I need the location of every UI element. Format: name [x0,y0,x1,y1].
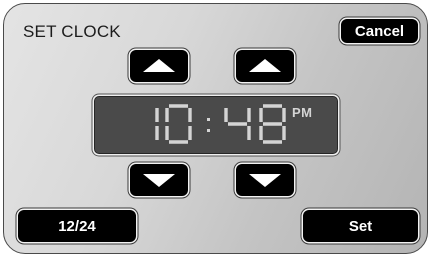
time-display: PM [94,96,338,154]
minute-tens-digit [224,108,251,140]
screen-title: SET CLOCK [23,22,121,41]
minute-down-button[interactable] [236,164,294,196]
set-button[interactable]: Set [303,210,418,242]
arrow-up-icon [143,59,175,72]
minute-ones-digit [259,104,286,144]
set-clock-panel: SET CLOCK Cancel PM 12/24 Set [3,3,428,254]
hour-up-button[interactable] [130,50,188,82]
format-12-24-button[interactable]: 12/24 [18,210,136,242]
period-indicator: PM [292,105,313,120]
arrow-down-icon [249,174,281,187]
hour-ones-digit [165,104,192,144]
minute-up-button[interactable] [236,50,294,82]
arrow-down-icon [143,174,175,187]
time-colon [207,118,210,132]
arrow-up-icon [249,59,281,72]
hour-down-button[interactable] [130,164,188,196]
cancel-button[interactable]: Cancel [341,19,418,43]
